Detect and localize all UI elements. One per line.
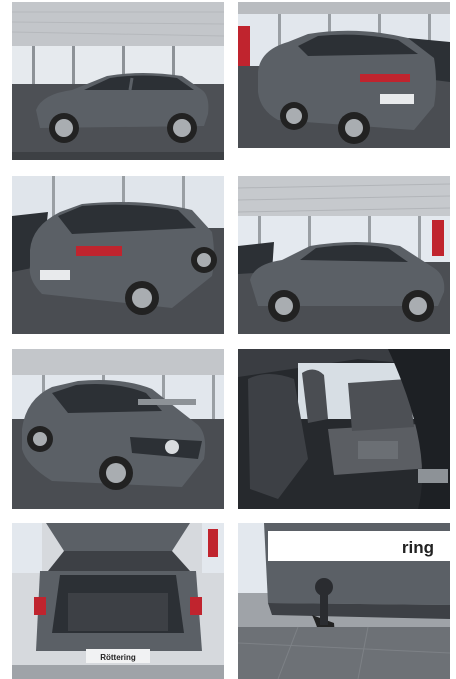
car-photo-image: Röttering (12, 523, 224, 679)
car-photo-image (238, 176, 450, 334)
photo-tile-trunk[interactable]: Röttering (12, 523, 224, 679)
plate-dealer-name: ring (402, 538, 434, 557)
car-photo-image (12, 176, 224, 334)
photo-tile-front-quarter[interactable] (12, 349, 224, 509)
car-photo-image (12, 349, 224, 509)
car-photo-image (238, 2, 450, 148)
car-photo-image (12, 2, 224, 160)
photo-tile-tow-hitch[interactable]: ring (238, 523, 450, 679)
car-photo-image (238, 349, 450, 509)
photo-tile-interior-rear-seats[interactable] (238, 349, 450, 509)
photo-tile-rear-quarter-left[interactable] (12, 176, 224, 334)
photo-tile-rear-quarter[interactable] (238, 2, 450, 148)
car-photo-image: ring (238, 523, 450, 679)
plate-dealer-name: Röttering (100, 653, 136, 662)
photo-tile-side-left[interactable] (12, 2, 224, 160)
photo-tile-side-showroom[interactable] (238, 176, 450, 334)
photo-gallery: Röttering ring (0, 0, 456, 679)
